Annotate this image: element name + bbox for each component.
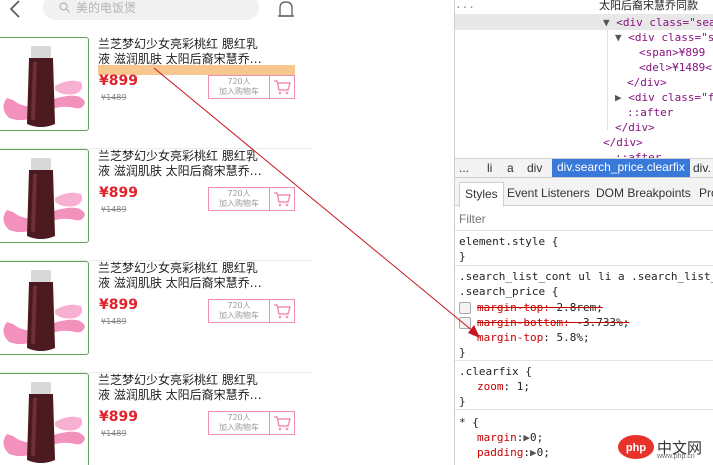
breadcrumb-ellipsis[interactable]: ...: [459, 161, 469, 175]
cart-count: 720人: [227, 301, 251, 310]
add-to-cart-button[interactable]: 720人 加入购物车: [208, 411, 295, 435]
property-checkbox[interactable]: [459, 302, 471, 314]
rule-close: }: [459, 346, 466, 359]
dom-ellipsis[interactable]: ···: [455, 0, 475, 15]
product-price: ¥899: [99, 409, 138, 425]
bell-icon[interactable]: [276, 0, 296, 22]
cart-count: 720人: [227, 413, 251, 422]
devtools-panel: 太阳后裔宋慧乔同款 ··· ▼ <div class="sear ▼ <div …: [454, 0, 713, 465]
cart-icon: [274, 416, 291, 431]
search-icon: [59, 2, 70, 13]
watermark-logo: php 中文网 www.php.cn: [617, 431, 711, 463]
cart-label: 加入购物车: [219, 311, 259, 320]
rule-clearfix: .clearfix { zoom: 1; }: [455, 362, 713, 410]
product-title[interactable]: 兰芝梦幻少女亮彩桃红 腮红乳 液 滋润肌肤 太阳后裔宋慧乔…: [98, 149, 283, 179]
product-thumbnail[interactable]: [0, 149, 89, 243]
cart-icon: [274, 304, 291, 319]
breadcrumb-a[interactable]: a: [507, 161, 514, 175]
dom-node-search-price[interactable]: ▼ <div class="sear: [603, 15, 713, 30]
product-title[interactable]: 兰芝梦幻少女亮彩桃红 腮红乳 液 滋润肌肤 太阳后裔宋慧乔…: [98, 373, 283, 403]
filter-bar: [455, 207, 713, 231]
product-old-price: ¥1489: [101, 317, 127, 326]
dom-node-span[interactable]: <span>¥899: [639, 45, 705, 60]
product-old-price: ¥1489: [101, 205, 127, 214]
cart-icon: [274, 80, 291, 95]
add-to-cart-button[interactable]: 720人 加入购物车: [208, 299, 295, 323]
viewport-gutter: [313, 0, 454, 465]
expand-triangle-icon[interactable]: ▼: [603, 16, 610, 29]
property-checkbox[interactable]: [459, 317, 471, 329]
product-price: ¥899: [99, 73, 138, 89]
selector-element-style[interactable]: element.style {: [459, 234, 558, 249]
breadcrumb-active[interactable]: div.search_price.clearfix: [552, 159, 690, 177]
cart-count: 720人: [227, 189, 251, 198]
selector-universal[interactable]: * {: [459, 415, 479, 430]
expand-triangle-icon[interactable]: ▶: [530, 446, 537, 459]
search-placeholder: 美的电饭煲: [76, 1, 137, 15]
rule-close: }: [459, 250, 466, 263]
back-arrow-icon[interactable]: [6, 0, 24, 18]
php-logo-icon: php: [618, 435, 654, 459]
dom-node-div-fr[interactable]: ▶ <div class="fr: [615, 90, 713, 105]
cart-count: 720人: [227, 77, 251, 86]
tab-event-listeners[interactable]: Event Listeners: [507, 186, 590, 200]
product-thumbnail[interactable]: [0, 373, 89, 465]
product-thumbnail[interactable]: [0, 261, 89, 355]
cart-icon: [274, 192, 291, 207]
selector-line[interactable]: .search_price {: [459, 284, 558, 299]
product-item[interactable]: 兰芝梦幻少女亮彩桃红 腮红乳 液 滋润肌肤 太阳后裔宋慧乔… ¥899 ¥148…: [0, 37, 313, 149]
breadcrumb-div[interactable]: div: [527, 161, 542, 175]
product-thumbnail[interactable]: [0, 37, 89, 131]
dom-text-node[interactable]: 太阳后裔宋慧乔同款: [599, 0, 698, 13]
product-item[interactable]: 兰芝梦幻少女亮彩桃红 腮红乳 液 滋润肌肤 太阳后裔宋慧乔… ¥899 ¥148…: [0, 149, 313, 261]
breadcrumb-li[interactable]: li: [487, 161, 492, 175]
filter-input[interactable]: [459, 211, 659, 227]
expand-triangle-icon[interactable]: ▶: [523, 431, 530, 444]
collapse-triangle-icon[interactable]: ▶: [615, 91, 622, 104]
tab-styles[interactable]: Styles: [459, 182, 504, 207]
dom-node-del[interactable]: <del>¥1489<: [639, 60, 712, 75]
add-to-cart-button[interactable]: 720人 加入购物车: [208, 75, 295, 99]
breadcrumb: ... li a div div.search_price.clearfix d…: [455, 158, 713, 178]
dom-node-close-div[interactable]: </div>: [603, 135, 643, 150]
tab-properties[interactable]: Pro: [699, 186, 713, 200]
property-margin-bottom-overridden[interactable]: margin-bottom: -3.733%;: [477, 315, 629, 330]
mobile-preview: 美的电饭煲 兰芝梦幻少女亮彩桃红 腮红乳 液 滋润肌肤 太阳后裔宋慧乔… ¥89…: [0, 0, 313, 465]
search-input[interactable]: 美的电饭煲: [43, 0, 259, 20]
dom-node-div[interactable]: ▼ <div class="se: [615, 30, 713, 45]
breadcrumb-next[interactable]: div.: [693, 161, 711, 175]
product-title[interactable]: 兰芝梦幻少女亮彩桃红 腮红乳 液 滋润肌肤 太阳后裔宋慧乔…: [98, 37, 283, 67]
product-title[interactable]: 兰芝梦幻少女亮彩桃红 腮红乳 液 滋润肌肤 太阳后裔宋慧乔…: [98, 261, 283, 291]
property-padding[interactable]: padding:▶0;: [477, 445, 550, 460]
cart-label: 加入购物车: [219, 87, 259, 96]
cart-label: 加入购物车: [219, 199, 259, 208]
add-to-cart-button[interactable]: 720人 加入购物车: [208, 187, 295, 211]
product-item[interactable]: 兰芝梦幻少女亮彩桃红 腮红乳 液 滋润肌肤 太阳后裔宋慧乔… ¥899 ¥148…: [0, 373, 313, 465]
rule-close: }: [459, 395, 466, 408]
cart-label: 加入购物车: [219, 423, 259, 432]
product-old-price: ¥1489: [101, 93, 127, 102]
tab-dom-breakpoints[interactable]: DOM Breakpoints: [596, 186, 691, 200]
sidebar-tabs: Styles Event Listeners DOM Breakpoints P…: [455, 178, 713, 207]
selector-clearfix[interactable]: .clearfix {: [459, 364, 532, 379]
product-price: ¥899: [99, 297, 138, 313]
product-old-price: ¥1489: [101, 429, 127, 438]
elements-tree: 太阳后裔宋慧乔同款 ··· ▼ <div class="sear ▼ <div …: [455, 0, 713, 164]
property-margin-top[interactable]: margin-top: 5.8%;: [477, 330, 590, 345]
tree-guide-line: [607, 30, 608, 130]
selector-line[interactable]: .search_list_cont ul li a .search_list_: [459, 269, 713, 284]
svg-text:php: php: [626, 442, 646, 454]
property-margin[interactable]: margin:▶0;: [477, 430, 543, 445]
property-zoom[interactable]: zoom: 1;: [477, 379, 530, 394]
expand-triangle-icon[interactable]: ▼: [615, 31, 622, 44]
property-margin-top-overridden[interactable]: margin-top: 2.8rem;: [477, 300, 603, 315]
product-item[interactable]: 兰芝梦幻少女亮彩桃红 腮红乳 液 滋润肌肤 太阳后裔宋慧乔… ¥899 ¥148…: [0, 261, 313, 373]
product-price: ¥899: [99, 185, 138, 201]
dom-node-close-div[interactable]: </div>: [615, 120, 655, 135]
rule-element-style: element.style { }: [455, 232, 713, 266]
rule-search-price: .search_list_cont ul li a .search_list_ …: [455, 267, 713, 361]
dom-pseudo-after[interactable]: ::after: [627, 105, 673, 120]
mobile-header: 美的电饭煲: [0, 0, 313, 24]
dom-node-close-div[interactable]: </div>: [627, 75, 667, 90]
